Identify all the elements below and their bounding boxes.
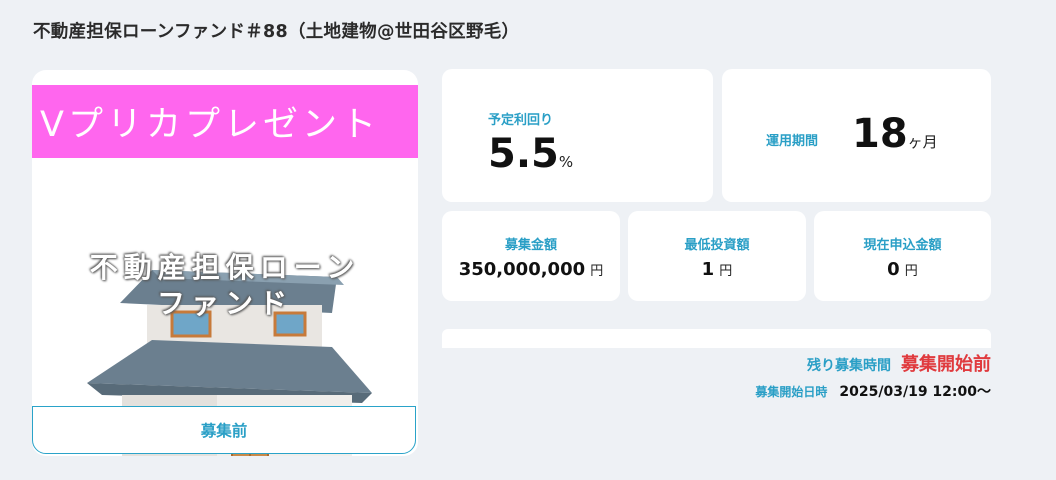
term-card: 運用期間 18ヶ月 [722,69,991,202]
min-invest-card: 最低投資額 1 円 [628,211,806,301]
current-amount-card: 現在申込金額 0 円 [814,211,991,301]
remaining-time-row: 残り募集時間 募集開始前 [807,350,991,376]
current-amount-label: 現在申込金額 [863,238,942,253]
promo-banner: Vプリカプレゼント [32,85,418,158]
min-invest-unit: 円 [719,264,733,279]
remaining-time-label: 残り募集時間 [807,358,891,374]
status-button[interactable]: 募集前 [32,406,416,454]
remaining-time-value: 募集開始前 [901,354,991,375]
term-value: 18 [852,111,908,157]
min-invest-label: 最低投資額 [684,238,750,253]
min-invest-value: 1 [701,259,715,280]
amount-unit: 円 [590,264,604,279]
current-amount-unit: 円 [904,264,918,279]
yield-label: 予定利回り [488,113,554,128]
start-datetime-value: 2025/03/19 12:00〜 [839,384,991,400]
term-unit: ヶ月 [907,133,938,151]
overlay-title-line1: 不動産担保ローン [89,251,361,284]
start-datetime-row: 募集開始日時 2025/03/19 12:00〜 [755,381,991,401]
yield-value: 5.5 [488,131,559,177]
amount-card: 募集金額 350,000,000 円 [442,211,620,301]
overlay-title-line2: ファンド [156,287,293,320]
start-datetime-label: 募集開始日時 [755,385,828,399]
amount-label: 募集金額 [504,238,557,253]
term-label: 運用期間 [766,134,819,149]
current-amount-value: 0 [887,259,900,280]
yield-card: 予定利回り 5.5% [442,69,713,202]
yield-unit: % [558,153,574,171]
page-title: 不動産担保ローンファンド＃88（土地建物@世田谷区野毛） [33,22,520,42]
amount-value: 350,000,000 [458,259,586,280]
progress-strip [442,329,991,348]
fund-image-card[interactable]: Vプリカプレゼント 不動産担保ローン ファンド [32,70,418,456]
